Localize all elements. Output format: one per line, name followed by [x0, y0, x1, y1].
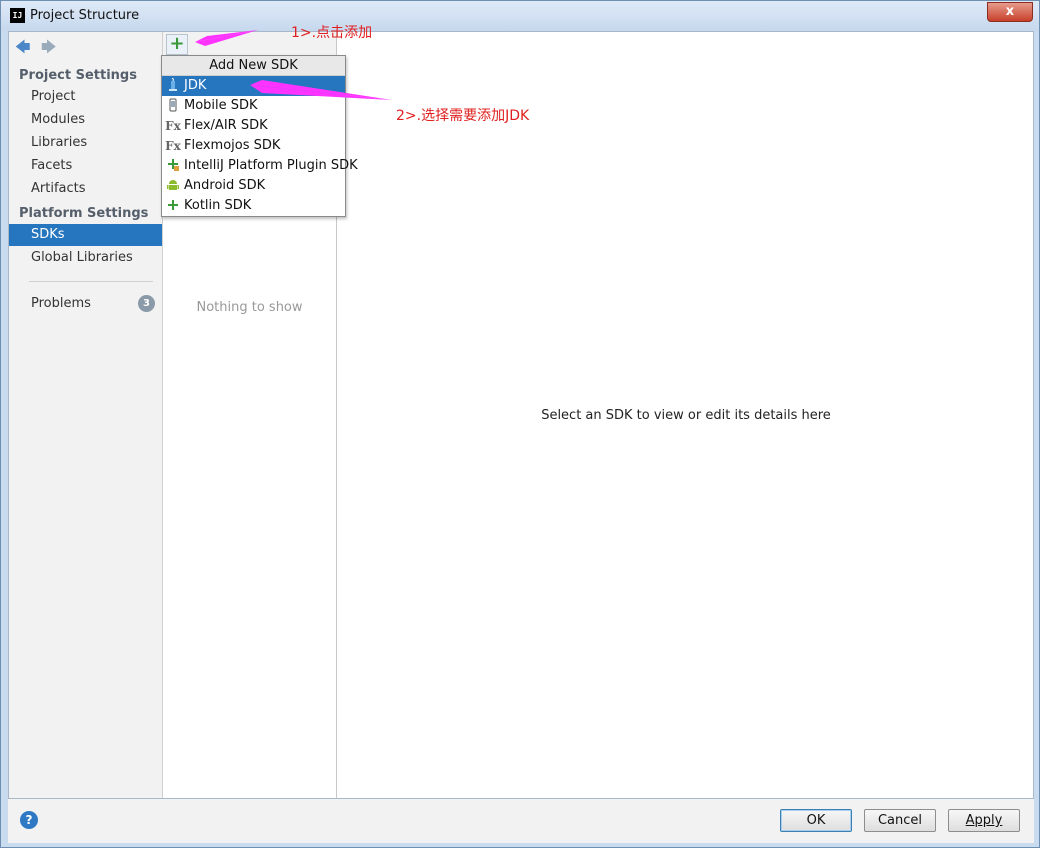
android-icon [165, 178, 181, 194]
window-title: Project Structure [30, 8, 140, 23]
sidebar-item-libraries[interactable]: Libraries [9, 132, 162, 154]
popup-header: Add New SDK [162, 56, 345, 76]
sdk-option-label: Flex/AIR SDK [184, 118, 268, 133]
sidebar-item-artifacts[interactable]: Artifacts [9, 178, 162, 200]
plugin-icon [165, 158, 181, 174]
annotation-step-2: 2>.选择需要添加JDK [396, 108, 530, 124]
sdk-option-jdk[interactable]: JDK [162, 76, 345, 96]
sdk-option-intellij-plugin[interactable]: IntelliJ Platform Plugin SDK [162, 156, 358, 176]
sdk-option-label: Flexmojos SDK [184, 138, 281, 153]
sdk-option-flex-air[interactable]: Fx Flex/AIR SDK [162, 116, 345, 136]
platform-settings-header: Platform Settings [19, 206, 149, 221]
sdk-option-label: Mobile SDK [184, 98, 258, 113]
project-settings-header: Project Settings [19, 68, 137, 83]
sdk-option-android[interactable]: Android SDK [162, 176, 345, 196]
flex-icon: Fx [165, 119, 181, 133]
help-icon[interactable]: ? [20, 811, 38, 829]
sdk-option-label: JDK [184, 78, 207, 93]
add-new-sdk-popup: Add New SDK JDK Mobile SDK Fx Flex/AIR S… [161, 55, 358, 217]
sdk-option-label: Android SDK [184, 178, 266, 193]
sidebar-divider [29, 281, 153, 282]
empty-list-text: Nothing to show [196, 300, 303, 315]
add-sdk-button[interactable]: + [166, 34, 188, 55]
forward-arrow-icon[interactable]: 🡆 [41, 37, 57, 62]
sdk-details-placeholder: Select an SDK to view or edit its detail… [541, 408, 831, 423]
sidebar-item-sdks[interactable]: SDKs [9, 224, 162, 246]
sdk-option-kotlin[interactable]: Kotlin SDK [162, 196, 345, 216]
back-arrow-icon[interactable]: 🡄 [15, 37, 31, 62]
sdk-option-flexmojos[interactable]: Fx Flexmojos SDK [162, 136, 345, 156]
cancel-button[interactable]: Cancel [864, 809, 936, 832]
project-structure-window: IJ Project Structure x 🡄 🡆 Project Setti… [0, 0, 1040, 848]
flexmojos-icon: Fx [165, 139, 181, 153]
settings-sidebar: 🡄 🡆 Project Settings Project Modules Lib… [9, 32, 163, 798]
annotation-step-1: 1>.点击添加 [291, 25, 373, 41]
plus-icon [165, 198, 181, 214]
sidebar-item-project[interactable]: Project [9, 86, 162, 108]
sdk-option-mobile[interactable]: Mobile SDK [162, 96, 345, 116]
sdk-option-label: Kotlin SDK [184, 198, 252, 213]
ok-button[interactable]: OK [780, 809, 852, 832]
problems-count-badge: 3 [138, 295, 155, 312]
sidebar-item-facets[interactable]: Facets [9, 155, 162, 177]
jdk-icon [165, 77, 181, 94]
intellij-app-icon: IJ [10, 8, 25, 23]
title-bar: IJ Project Structure x [1, 1, 1039, 31]
mobile-phone-icon [165, 98, 181, 114]
sidebar-item-global-libraries[interactable]: Global Libraries [9, 247, 162, 269]
sdk-option-label: IntelliJ Platform Plugin SDK [184, 158, 358, 173]
sidebar-item-modules[interactable]: Modules [9, 109, 162, 131]
close-button[interactable]: x [987, 2, 1033, 22]
apply-button[interactable]: Apply [948, 809, 1020, 832]
dialog-footer: ? OK Cancel Apply [8, 799, 1034, 843]
